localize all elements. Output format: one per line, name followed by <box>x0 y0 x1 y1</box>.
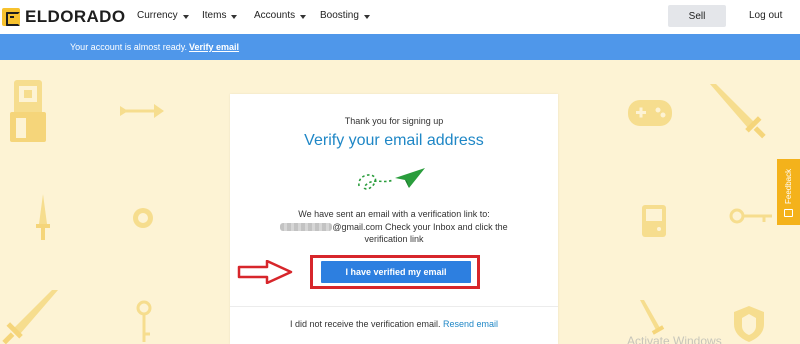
activate-windows-watermark: Activate Windows <box>627 334 722 344</box>
brand-name: ELDORADO <box>25 7 126 26</box>
banner-text: Your account is almost ready. <box>70 42 188 52</box>
card-subtitle: Thank you for signing up <box>344 116 444 126</box>
verify-email-link[interactable]: Verify email <box>189 42 239 52</box>
feedback-icon <box>784 209 793 217</box>
gamepad-icon <box>628 100 672 126</box>
nav-accounts-label: Accounts <box>254 10 296 21</box>
card-divider <box>230 306 558 307</box>
key-icon <box>729 208 772 224</box>
dagger-icon <box>36 194 50 240</box>
sword-icon <box>2 290 58 344</box>
card-message: We have sent an email with a verificatio… <box>264 208 524 246</box>
chevron-down-icon <box>231 14 238 19</box>
nav-boosting-menu[interactable]: Boosting <box>320 10 370 21</box>
chevron-down-icon <box>182 14 189 19</box>
nav-items-menu[interactable]: Items <box>202 10 238 21</box>
verification-card: Thank you for signing up Verify your ema… <box>230 94 558 344</box>
resend-text: I did not receive the verification email… <box>289 319 441 329</box>
card-title: Verify your email address <box>304 132 484 149</box>
resend-email-link[interactable]: Resend email <box>443 319 498 329</box>
nav-currency-label: Currency <box>137 10 178 21</box>
chevron-down-icon <box>363 14 370 19</box>
feedback-label: Feedback <box>784 168 793 204</box>
logo[interactable]: ELDORADO <box>2 7 125 27</box>
top-navigation: ELDORADO Currency Items Accounts Boostin… <box>0 0 800 34</box>
verified-email-button[interactable]: I have verified my email <box>321 261 471 283</box>
email-domain: @gmail.com <box>332 221 383 232</box>
nav-accounts-menu[interactable]: Accounts <box>254 10 307 21</box>
arrow-icon <box>120 104 164 118</box>
shield-icon <box>734 306 764 342</box>
red-arrow-icon <box>237 260 293 284</box>
redacted-email <box>280 222 333 231</box>
sword-icon <box>710 84 766 139</box>
card-message-instruction: Check your Inbox and click the verificat… <box>364 221 508 245</box>
verification-banner: Your account is almost ready. Verify ema… <box>0 34 800 60</box>
nav-boosting-label: Boosting <box>320 10 359 21</box>
handheld-console-icon <box>642 205 666 237</box>
card-message-line: We have sent an email with a verificatio… <box>298 209 490 219</box>
logout-link[interactable]: Log out <box>749 10 782 21</box>
arcade-machine-icon <box>10 80 46 142</box>
coin-icon <box>133 208 153 228</box>
paper-plane-icon <box>358 168 425 190</box>
eldorado-logo-icon <box>2 8 20 26</box>
card-message-email: @gmail.com Check your Inbox and click th… <box>264 221 524 246</box>
sell-button[interactable]: Sell <box>668 5 726 27</box>
chevron-down-icon <box>300 14 307 19</box>
feedback-tab[interactable]: Feedback <box>777 159 800 225</box>
resend-row: I did not receive the verification email… <box>230 319 558 329</box>
nav-currency-menu[interactable]: Currency <box>137 10 189 21</box>
key-icon <box>136 300 152 342</box>
nav-items-label: Items <box>202 10 227 21</box>
